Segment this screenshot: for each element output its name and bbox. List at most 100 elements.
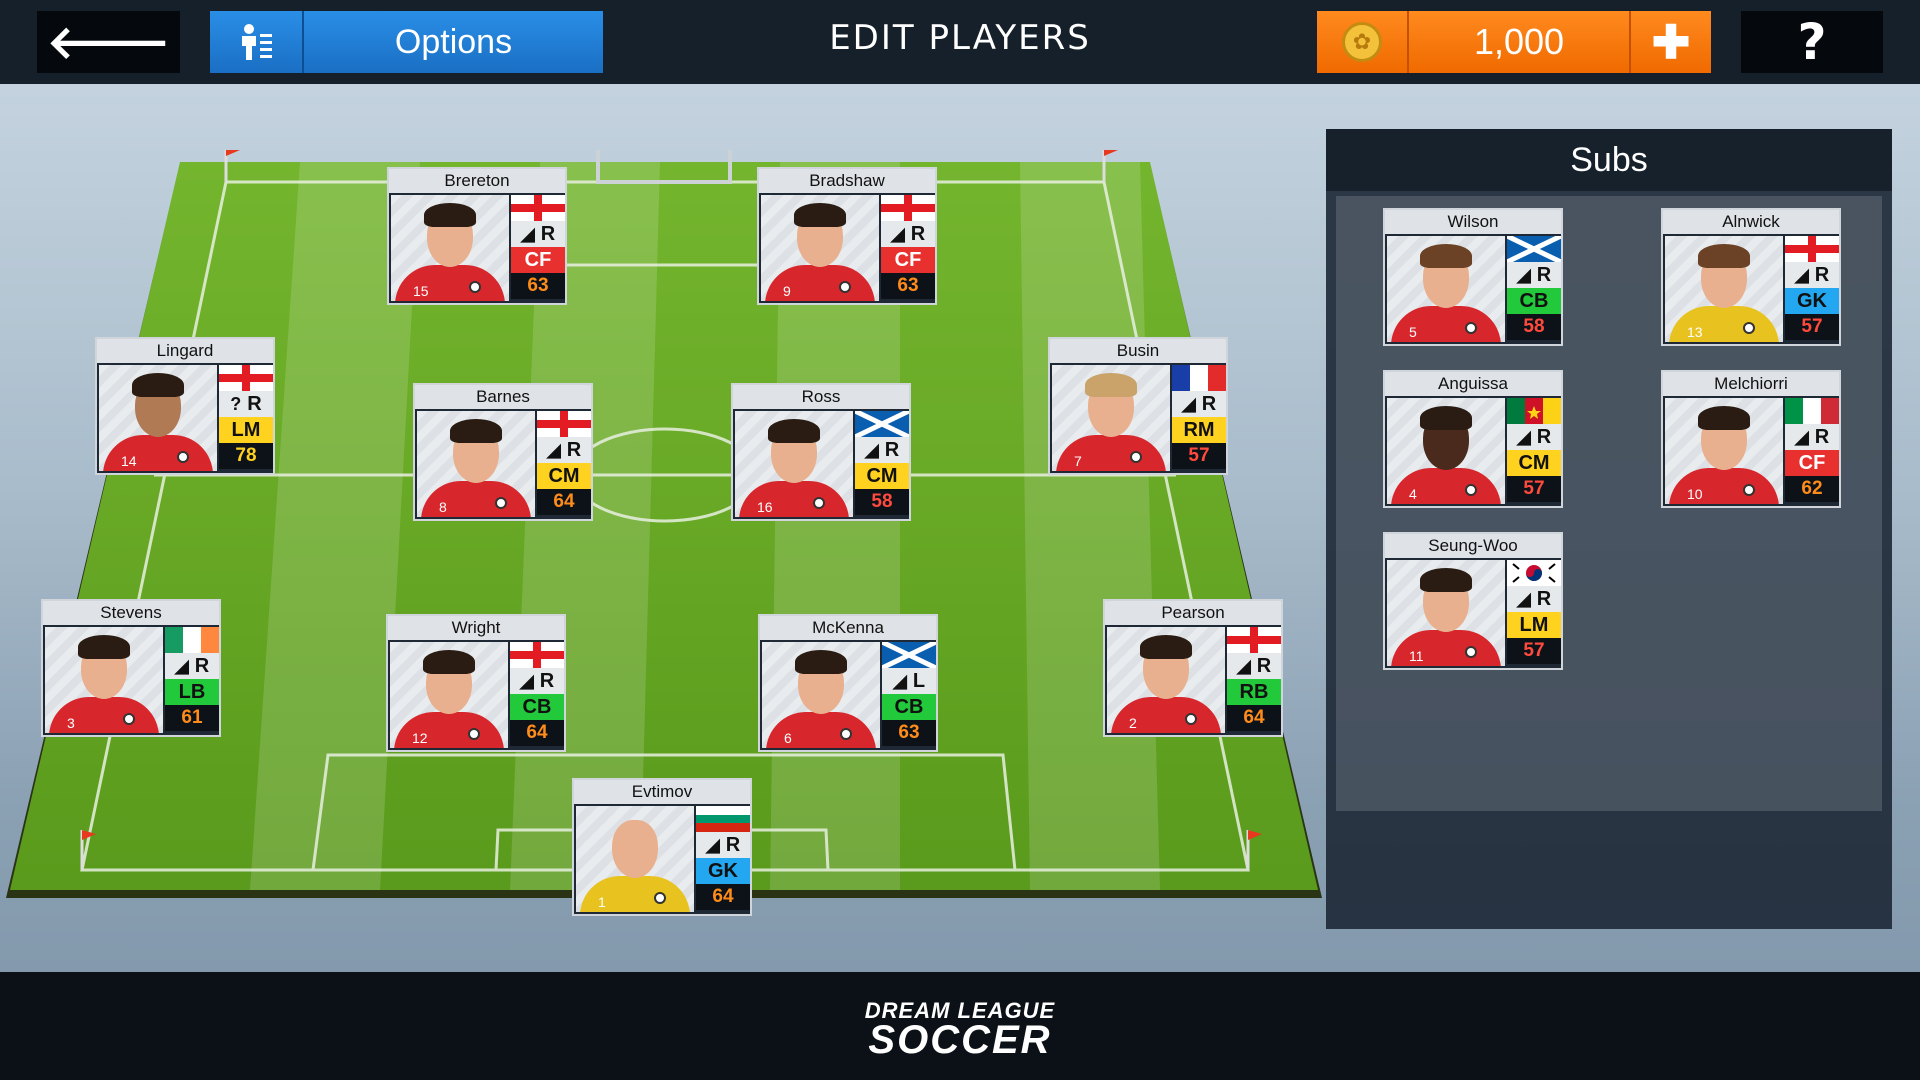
- player-card[interactable]: Barnes 8 ◢ R CM 64: [413, 383, 593, 521]
- position-badge: RB: [1227, 679, 1281, 705]
- preferred-foot: ◢ R: [1785, 424, 1839, 450]
- player-info: ◢ R CM 64: [537, 411, 591, 515]
- foot-label: R: [725, 833, 741, 856]
- player-hair: [1420, 568, 1472, 592]
- foot-label: R: [1536, 425, 1552, 448]
- scotland-flag-icon: [855, 411, 909, 437]
- player-card[interactable]: Pearson 2 ◢ R RB 64: [1103, 599, 1283, 737]
- player-portrait: 2: [1107, 627, 1225, 733]
- preferred-foot: ◢ R: [1507, 424, 1561, 450]
- scotland-flag-icon: [1507, 236, 1561, 262]
- player-card[interactable]: Melchiorri 10 ◢ R CF 62: [1661, 370, 1841, 508]
- club-badge-icon: [1465, 322, 1477, 334]
- player-info: ◢ R LM 57: [1507, 560, 1561, 664]
- player-card[interactable]: Alnwick 13 ◢ R GK 57: [1661, 208, 1841, 346]
- club-badge-icon: [469, 281, 481, 293]
- kit-shirt: [580, 876, 690, 912]
- player-info: ◢ R CB 58: [1507, 236, 1561, 340]
- player-hair: [794, 203, 846, 227]
- kit-shirt: [1056, 435, 1166, 471]
- player-name: Wilson: [1385, 210, 1561, 234]
- position-badge: GK: [696, 858, 750, 884]
- player-card[interactable]: Wright 12 ◢ R CB 64: [386, 614, 566, 752]
- club-badge-icon: [1465, 646, 1477, 658]
- preferred-foot: ◢ R: [1785, 262, 1839, 288]
- player-info: ◢ R GK 64: [696, 806, 750, 910]
- position-badge: LM: [1507, 612, 1561, 638]
- shirt-number: 1: [598, 894, 606, 910]
- boot-icon: ◢: [864, 439, 879, 460]
- club-badge-icon: [840, 728, 852, 740]
- boot-icon: ◢: [1794, 426, 1809, 447]
- foot-label: R: [1256, 654, 1272, 677]
- options-label: Options: [394, 22, 513, 61]
- player-info: ◢ L CB 63: [882, 642, 936, 746]
- position-badge: CB: [882, 694, 936, 720]
- player-card[interactable]: Lingard 14? R LM 78: [95, 337, 275, 475]
- player-card[interactable]: Wilson 5 ◢ R CB 58: [1383, 208, 1563, 346]
- boot-icon: ◢: [1516, 264, 1531, 285]
- kit-shirt: [1111, 697, 1221, 733]
- club-badge-icon: [1465, 484, 1477, 496]
- player-hair: [423, 650, 475, 674]
- player-name: Busin: [1050, 339, 1226, 363]
- options-button[interactable]: Options: [210, 11, 603, 73]
- player-portrait: 1: [576, 806, 694, 912]
- kit-shirt: [766, 712, 876, 748]
- preferred-foot: ◢ R: [1172, 391, 1226, 417]
- player-hair: [1420, 244, 1472, 268]
- player-portrait: 9: [761, 195, 879, 301]
- player-name: Bradshaw: [759, 169, 935, 193]
- player-card[interactable]: Busin 7 ◢ R RM 57: [1048, 337, 1228, 475]
- player-card[interactable]: Anguissa 4 ◢ R CM 57: [1383, 370, 1563, 508]
- player-rating: 57: [1172, 443, 1226, 469]
- player-card[interactable]: Brereton 15 ◢ R CF 63: [387, 167, 567, 305]
- player-name: Ross: [733, 385, 909, 409]
- player-card[interactable]: Seung-Woo 11 ◢ R LM 57: [1383, 532, 1563, 670]
- player-portrait: 16: [735, 411, 853, 517]
- plus-icon: ✚: [1651, 16, 1691, 68]
- preferred-foot: ◢ R: [510, 668, 564, 694]
- shirt-number: 15: [413, 283, 429, 299]
- position-badge: CF: [511, 247, 565, 273]
- kit-shirt: [1669, 468, 1779, 504]
- preferred-foot: ◢ R: [855, 437, 909, 463]
- player-name: McKenna: [760, 616, 936, 640]
- foot-label: L: [912, 669, 926, 692]
- coins-display[interactable]: ✿ 1,000 ✚: [1317, 11, 1711, 73]
- shirt-number: 6: [784, 730, 792, 746]
- page-title: EDIT PLAYERS: [829, 18, 1091, 58]
- foot-label: R: [539, 669, 555, 692]
- player-card[interactable]: Bradshaw 9 ◢ R CF 63: [757, 167, 937, 305]
- player-portrait: 15: [391, 195, 509, 301]
- player-rating: 64: [1227, 705, 1281, 731]
- scotland-flag-icon: [882, 642, 936, 668]
- boot-icon: ◢: [1181, 393, 1196, 414]
- player-hair: [1698, 406, 1750, 430]
- player-name: Evtimov: [574, 780, 750, 804]
- player-rating: 64: [537, 489, 591, 515]
- bulgaria-flag-icon: [696, 806, 750, 832]
- position-badge: RM: [1172, 417, 1226, 443]
- foot-label: R: [194, 654, 210, 677]
- player-portrait: 11: [1387, 560, 1505, 666]
- player-card[interactable]: Ross 16 ◢ R CM 58: [731, 383, 911, 521]
- add-coins-button[interactable]: ✚: [1629, 11, 1711, 73]
- player-name: Brereton: [389, 169, 565, 193]
- player-portrait: 6: [762, 642, 880, 748]
- player-hair: [132, 373, 184, 397]
- help-button[interactable]: ?: [1741, 11, 1883, 73]
- player-hair: [424, 203, 476, 227]
- player-portrait: 14: [99, 365, 217, 471]
- player-name: Barnes: [415, 385, 591, 409]
- player-name: Wright: [388, 616, 564, 640]
- player-card[interactable]: McKenna 6 ◢ L CB 63: [758, 614, 938, 752]
- player-card[interactable]: Stevens 3 ◢ R LB 61: [41, 599, 221, 737]
- player-info: ◢ R RM 57: [1172, 365, 1226, 469]
- player-portrait: 4: [1387, 398, 1505, 504]
- back-button[interactable]: 🡐: [37, 11, 180, 73]
- player-rating: 61: [165, 705, 219, 731]
- player-card[interactable]: Evtimov 1 ◢ R GK 64: [572, 778, 752, 916]
- foot-label: R: [1536, 263, 1552, 286]
- player-portrait: 10: [1665, 398, 1783, 504]
